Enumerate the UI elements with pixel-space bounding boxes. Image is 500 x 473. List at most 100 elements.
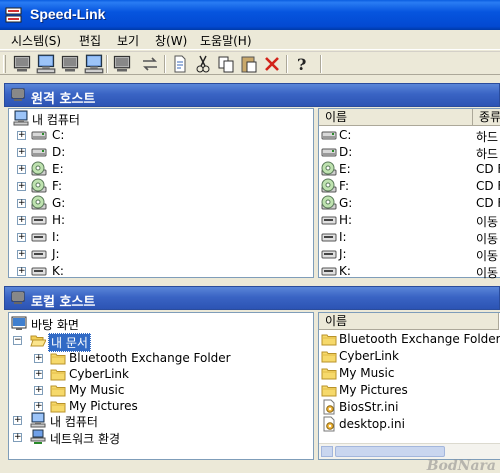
expand-toggle[interactable]: +	[13, 416, 22, 425]
expand-toggle[interactable]: +	[34, 402, 43, 411]
list-item[interactable]: My Music	[319, 365, 500, 382]
list-item[interactable]: D: 하드	[319, 144, 500, 161]
list-item[interactable]: F: CD F	[319, 178, 500, 195]
tree-node-drive[interactable]: + E:	[11, 161, 311, 178]
tree-node-drive[interactable]: + J:	[11, 246, 311, 263]
list-item[interactable]: desktop.ini	[319, 416, 500, 433]
remote-list-pane[interactable]: 이름 종류 C: 하드 D: 하드 E: CD F F: CD F G: CD F H: 이동 I: 이동…	[318, 108, 500, 280]
column-header-name[interactable]: 이름	[319, 313, 499, 330]
computer-icon[interactable]	[36, 54, 56, 74]
hard-drive-icon	[31, 127, 47, 143]
menu-window[interactable]: 창(W)	[155, 32, 187, 49]
toolbar-grip[interactable]	[3, 55, 6, 73]
list-item[interactable]: E: CD F	[319, 161, 500, 178]
tree-node-drive[interactable]: + I:	[11, 229, 311, 246]
expand-toggle[interactable]: +	[17, 165, 26, 174]
network-icon	[30, 429, 46, 445]
network-computer-icon[interactable]	[84, 54, 104, 74]
expand-toggle[interactable]: +	[17, 233, 26, 242]
tree-node-label: F:	[52, 179, 63, 193]
menu-system[interactable]: 시스템(S)	[11, 32, 61, 49]
expand-toggle[interactable]: +	[17, 250, 26, 259]
delete-icon[interactable]	[262, 54, 282, 74]
computer-off-icon[interactable]	[60, 54, 80, 74]
removable-drive-icon	[321, 212, 337, 228]
expand-toggle[interactable]: +	[17, 199, 26, 208]
computer-icon	[30, 412, 46, 428]
tree-node-drive[interactable]: + D:	[11, 144, 311, 161]
list-item[interactable]: Bluetooth Exchange Folder	[319, 331, 500, 348]
help-icon[interactable]: ?	[292, 54, 312, 74]
list-item-type: CD F	[476, 196, 500, 210]
expand-toggle[interactable]: +	[17, 182, 26, 191]
list-item[interactable]: C: 하드	[319, 127, 500, 144]
connect-icon[interactable]	[12, 54, 32, 74]
tree-node-drive[interactable]: + K:	[11, 263, 311, 280]
tree-node-drive[interactable]: + G:	[11, 195, 311, 212]
expand-toggle[interactable]: +	[17, 216, 26, 225]
tree-node-label: My Music	[69, 383, 125, 397]
list-item[interactable]: K: 이동	[319, 263, 500, 280]
tree-node-my-documents[interactable]: − 내 문서	[11, 332, 311, 352]
tree-node-drive[interactable]: + H:	[11, 212, 311, 229]
list-item[interactable]: CyberLink	[319, 348, 500, 365]
expand-toggle[interactable]: +	[13, 433, 22, 442]
expand-toggle[interactable]: +	[17, 131, 26, 140]
paste-icon[interactable]	[239, 54, 259, 74]
expand-toggle[interactable]: +	[34, 370, 43, 379]
column-header-type[interactable]: 종류	[473, 109, 500, 126]
title-bar[interactable]: Speed-Link	[0, 0, 500, 30]
scroll-left-button[interactable]	[321, 446, 333, 457]
list-item[interactable]: G: CD F	[319, 195, 500, 212]
scroll-thumb[interactable]	[335, 446, 445, 457]
collapse-toggle[interactable]: −	[13, 336, 22, 345]
tree-node-folder[interactable]: + Bluetooth Exchange Folder	[11, 350, 311, 367]
tree-node-drive[interactable]: + C:	[11, 127, 311, 144]
expand-toggle[interactable]: +	[34, 386, 43, 395]
cd-drive-icon	[31, 161, 47, 177]
remote-tree-pane[interactable]: 내 컴퓨터 + C: + D: + E: + F: + G: + H: + I: + J: + K:	[8, 108, 314, 278]
tree-node-label: 내 컴퓨터	[32, 113, 80, 127]
local-tree-pane[interactable]: 바탕 화면 − 내 문서 + Bluetooth Exchange Folder +…	[8, 312, 314, 460]
copy-icon[interactable]	[216, 54, 236, 74]
tree-node-desktop[interactable]: 바탕 화면	[11, 315, 311, 332]
horizontal-scrollbar[interactable]	[319, 443, 500, 459]
expand-toggle[interactable]: +	[17, 267, 26, 276]
list-item-name: C:	[339, 128, 352, 142]
tree-node-folder[interactable]: + My Music	[11, 382, 311, 399]
local-host-header: 로컬 호스트	[4, 286, 500, 310]
list-item[interactable]: BiosStr.ini	[319, 399, 500, 416]
tree-node-folder[interactable]: + CyberLink	[11, 366, 311, 383]
tree-node-label: 내 컴퓨터	[50, 415, 98, 429]
menu-view[interactable]: 보기	[117, 32, 139, 49]
tree-node-my-computer[interactable]: 내 컴퓨터	[11, 110, 311, 127]
list-item-type: 이동	[476, 249, 499, 263]
window-title: Speed-Link	[30, 6, 106, 22]
list-item-name: J:	[339, 247, 347, 261]
list-item-name: G:	[339, 196, 353, 210]
list-item[interactable]: I: 이동	[319, 229, 500, 246]
menu-edit[interactable]: 편집	[79, 32, 101, 49]
properties-icon[interactable]	[170, 54, 190, 74]
list-item-name: K:	[339, 264, 351, 278]
toolbar-separator	[106, 55, 108, 73]
column-header-name[interactable]: 이름	[319, 109, 473, 126]
tree-node-network[interactable]: + 네트워크 환경	[11, 429, 311, 446]
tree-node-my-computer[interactable]: + 내 컴퓨터	[11, 412, 311, 429]
list-item-name: BiosStr.ini	[339, 400, 399, 414]
tree-node-label: 네트워크 환경	[50, 432, 121, 446]
expand-toggle[interactable]: +	[17, 148, 26, 157]
cut-icon[interactable]	[193, 54, 213, 74]
local-list-pane[interactable]: 이름 Bluetooth Exchange Folder CyberLink My …	[318, 312, 500, 460]
menu-help[interactable]: 도움말(H)	[200, 32, 252, 49]
list-item[interactable]: J: 이동	[319, 246, 500, 263]
disconnect-icon[interactable]	[112, 54, 132, 74]
list-item[interactable]: H: 이동	[319, 212, 500, 229]
transfer-icon[interactable]	[140, 54, 160, 74]
expand-toggle[interactable]: +	[34, 354, 43, 363]
removable-drive-icon	[321, 263, 337, 279]
tree-node-label: D:	[52, 145, 66, 159]
tree-node-drive[interactable]: + F:	[11, 178, 311, 195]
settings-file-icon	[321, 416, 337, 432]
list-item[interactable]: My Pictures	[319, 382, 500, 399]
